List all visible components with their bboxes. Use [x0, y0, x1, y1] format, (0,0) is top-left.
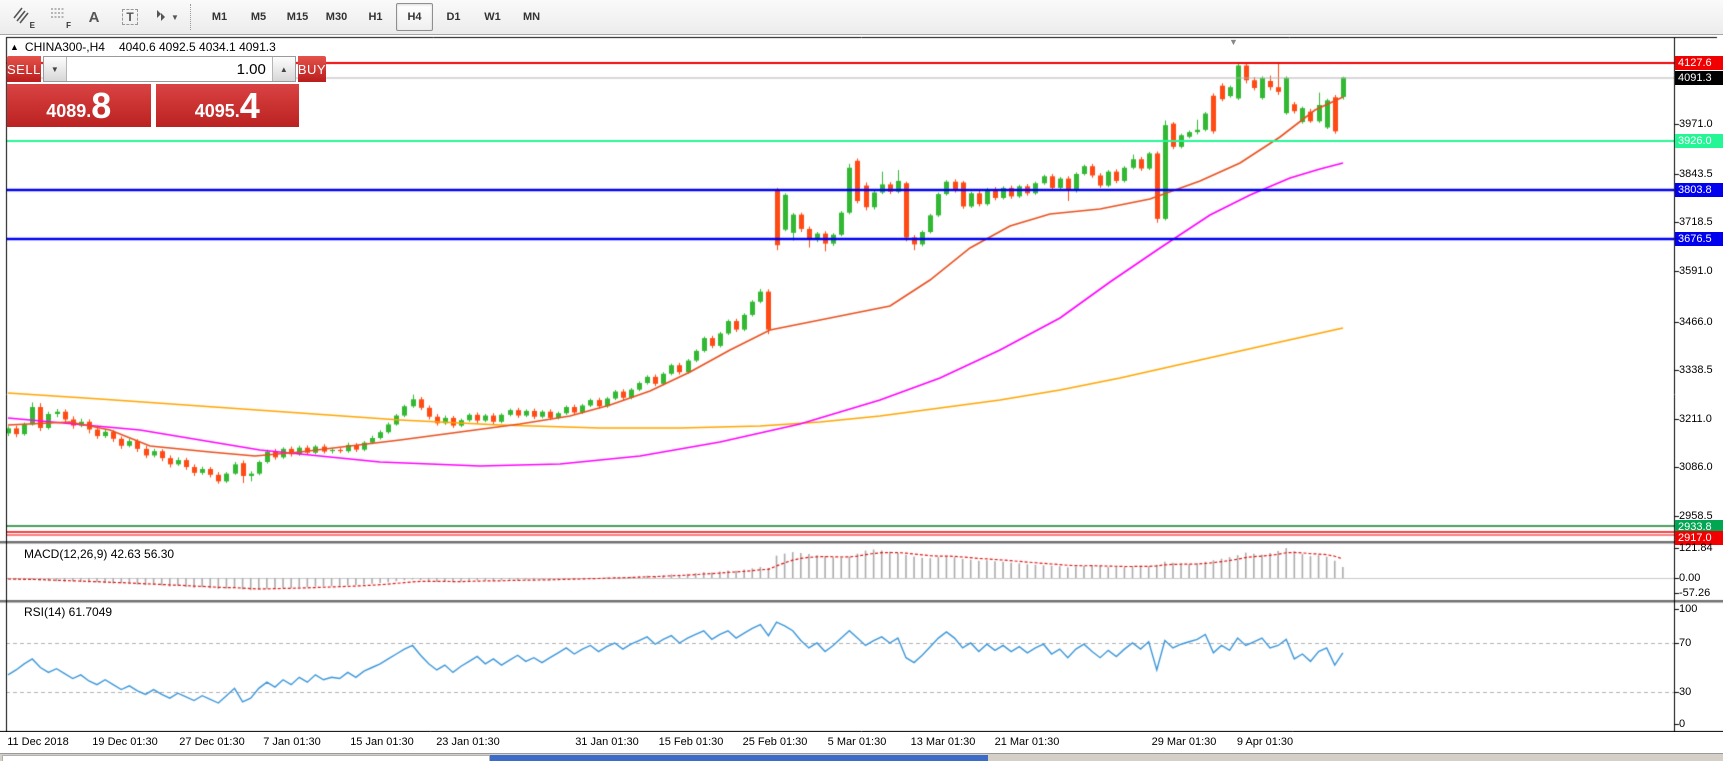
status-bar-panel	[2, 755, 490, 761]
tab-timeframe-M5[interactable]: M5	[240, 3, 277, 31]
price-axis-label: 3971.0	[1679, 118, 1713, 130]
price-axis-label: -57.26	[1679, 587, 1711, 599]
fibonacci-grid-icon	[49, 6, 67, 29]
time-axis-label: 29 Mar 01:30	[1151, 736, 1217, 748]
tab-timeframe-M30[interactable]: M30	[318, 3, 355, 31]
volume-increase-button[interactable]: ▲	[271, 57, 295, 81]
tab-timeframe-H1[interactable]: H1	[357, 3, 394, 31]
sell-button[interactable]: SELL	[7, 56, 41, 82]
price-axis-label: 3086.0	[1679, 461, 1713, 473]
rsi-pane-label: RSI(14) 61.7049	[24, 605, 113, 619]
time-axis-label: 15 Feb 01:30	[658, 736, 724, 748]
toolbar-divider	[190, 4, 196, 30]
ask-price-big-digit: 4	[239, 85, 260, 126]
price-level-badge: 4091.3	[1675, 71, 1723, 85]
volume-decrease-button[interactable]: ▼	[43, 57, 67, 81]
volume-stepper: ▼ ▲	[42, 56, 296, 82]
tab-timeframe-M1[interactable]: M1	[201, 3, 238, 31]
price-axis-label: 3338.5	[1679, 364, 1713, 376]
time-axis-label: 9 Apr 01:30	[1236, 736, 1294, 748]
symbol-label: CHINA300-,H4	[24, 40, 105, 54]
time-axis-label: 31 Jan 01:30	[575, 736, 639, 748]
tool-text-button[interactable]: A	[77, 2, 111, 32]
price-axis-label: 0	[1679, 718, 1686, 730]
price-axis-label: 121.84	[1679, 542, 1713, 554]
time-axis-label: 11 Dec 2018	[7, 736, 69, 748]
time-axis[interactable]: 11 Dec 2018 19 Dec 01:30 27 Dec 01:30 7 Jan…	[0, 732, 1723, 753]
price-level-badge: 3926.0	[1675, 134, 1723, 148]
time-axis-label: 27 Dec 01:30	[179, 736, 245, 748]
tab-timeframe-MN[interactable]: MN	[513, 3, 550, 31]
arrow-objects-icon	[153, 8, 169, 27]
price-axis-label: 100	[1679, 603, 1698, 615]
time-axis-label: 25 Feb 01:30	[742, 736, 808, 748]
ask-price-box[interactable]: 4095. 4	[155, 84, 299, 127]
dropdown-caret-icon: ▼	[171, 12, 179, 22]
price-axis-label: 0.00	[1679, 572, 1701, 584]
ask-price-small: 4095.	[194, 101, 240, 121]
macd-pane-label: MACD(12,26,9) 42.63 56.30	[24, 547, 175, 561]
text-icon: A	[88, 8, 100, 26]
ohlc-values: 4040.6 4092.5 4034.1 4091.3	[118, 40, 276, 54]
price-level-badge: 3803.8	[1675, 183, 1723, 197]
toolbar: E F A T ▼ M1 M5 M15 M30 H1 H4 D1 W1 MN	[0, 0, 1723, 35]
time-axis-label: 5 Mar 01:30	[827, 736, 887, 748]
price-axis-label: 3591.0	[1679, 265, 1713, 277]
chart-title: ▲ CHINA300-,H4 4040.6 4092.5 4034.1 4091…	[10, 40, 276, 54]
collapse-triangle-icon[interactable]: ▲	[10, 42, 19, 52]
timeframe-group: M1 M5 M15 M30 H1 H4 D1 W1 MN	[200, 3, 551, 31]
trading-app-window: E F A T ▼ M1 M5 M15 M30 H1 H4 D1 W1 MN ▲ CHINA300-,H…	[0, 0, 1723, 761]
bid-price-small: 4089.	[46, 101, 92, 121]
time-axis-label: 7 Jan 01:30	[263, 736, 321, 748]
time-axis-label: 23 Jan 01:30	[436, 736, 500, 748]
one-click-trading-panel: SELL ▼ ▲ BUY 4089. 8 4095. 4	[7, 56, 327, 127]
price-axis-label: 70	[1679, 637, 1692, 649]
status-bar-highlight	[490, 755, 988, 761]
tab-timeframe-H4[interactable]: H4	[396, 3, 433, 31]
equidistant-channel-icon	[13, 6, 31, 29]
volume-input[interactable]	[66, 57, 272, 81]
status-bar	[0, 753, 1723, 761]
price-axis-label: 3718.5	[1679, 216, 1713, 228]
text-label-icon: T	[122, 9, 138, 25]
price-level-badge: 3676.5	[1675, 232, 1723, 246]
chart-shift-marker-icon[interactable]: ▼	[1229, 37, 1238, 47]
time-axis-label: 13 Mar 01:30	[910, 736, 976, 748]
bid-price-box[interactable]: 4089. 8	[7, 84, 151, 127]
buy-button[interactable]: BUY	[297, 56, 327, 82]
tab-timeframe-M15[interactable]: M15	[279, 3, 316, 31]
tool-arrow-objects-button[interactable]: ▼	[149, 2, 183, 32]
tab-timeframe-W1[interactable]: W1	[474, 3, 511, 31]
tool-equidistant-channel-button[interactable]: E	[5, 2, 39, 32]
price-axis-label: 3211.0	[1679, 413, 1712, 425]
time-axis-label: 19 Dec 01:30	[92, 736, 158, 748]
bid-price-big-digit: 8	[91, 85, 112, 126]
time-axis-label: 15 Jan 01:30	[350, 736, 414, 748]
tab-timeframe-D1[interactable]: D1	[435, 3, 472, 31]
price-axis-label: 3843.5	[1679, 168, 1713, 180]
price-axis-label: 3466.0	[1679, 316, 1713, 328]
time-axis-label: 21 Mar 01:30	[994, 736, 1060, 748]
line-tools-group: E F A T ▼	[4, 2, 184, 32]
price-axis[interactable]: 4127.6 4091.3 3971.0 3926.0 3843.5 3803.8 3718…	[1675, 36, 1723, 752]
tool-fibonacci-grid-button[interactable]: F	[41, 2, 75, 32]
price-level-badge: 4127.6	[1675, 56, 1723, 70]
price-axis-label: 30	[1679, 686, 1692, 698]
tool-text-label-button[interactable]: T	[113, 2, 147, 32]
